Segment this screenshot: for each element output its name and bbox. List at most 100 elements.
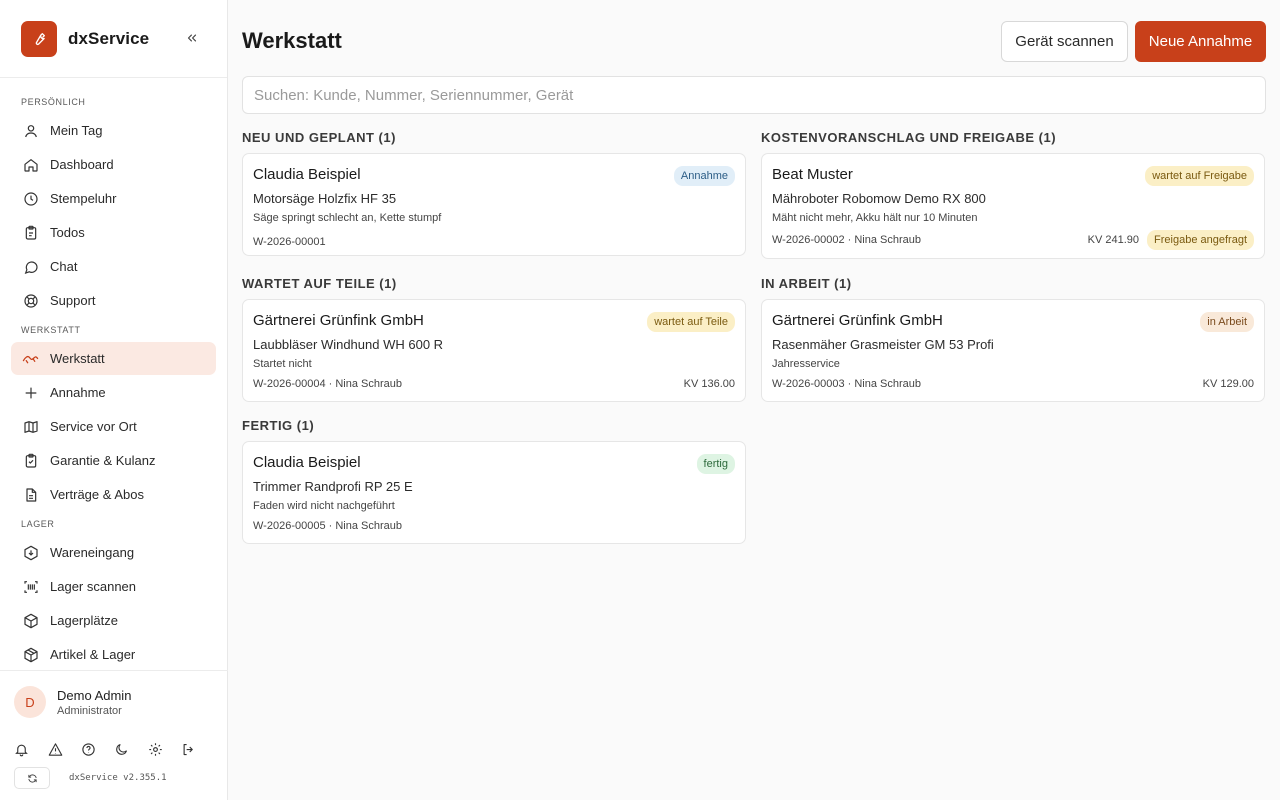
- sidebar-item-artikel-lager[interactable]: Artikel & Lager: [11, 638, 216, 671]
- search-input[interactable]: [242, 76, 1266, 114]
- sidebar-item-lager-scannen[interactable]: Lager scannen: [11, 570, 216, 603]
- device-name: Trimmer Randprofi RP 25 E: [253, 479, 413, 494]
- device-name: Rasenmäher Grasmeister GM 53 Profi: [772, 337, 994, 352]
- issue-text: Mäht nicht mehr, Akku hält nur 10 Minute…: [772, 212, 978, 224]
- customer-name: Gärtnerei Grünfink GmbH: [253, 312, 424, 329]
- estimate-amount: KV 136.00: [683, 378, 735, 390]
- logout-icon[interactable]: [181, 740, 197, 758]
- job-card[interactable]: Beat Muster wartet auf Freigabe Mährobot…: [761, 153, 1265, 259]
- chevrons-left-icon: [187, 34, 197, 42]
- sidebar-item-wareneingang[interactable]: Wareneingang: [11, 536, 216, 569]
- section-label-persoenlich: PERSÖNLICH: [21, 97, 86, 107]
- job-meta: W-2026-00003 · Nina Schraub: [772, 378, 921, 390]
- user-name: Demo Admin: [57, 687, 132, 703]
- user-profile[interactable]: D Demo Admin Administrator: [0, 671, 228, 718]
- job-meta: W-2026-00001: [253, 236, 326, 248]
- column-title-arbeit: IN ARBEIT (1): [761, 276, 852, 291]
- job-card[interactable]: Gärtnerei Grünfink GmbH wartet auf Teile…: [242, 299, 746, 402]
- plus-icon: [22, 384, 39, 401]
- sidebar-item-label: Chat: [50, 259, 78, 274]
- sidebar-item-service-vor-ort[interactable]: Service vor Ort: [11, 410, 216, 443]
- sidebar-item-label: Service vor Ort: [50, 419, 137, 434]
- job-card[interactable]: Claudia Beispiel fertig Trimmer Randprof…: [242, 441, 746, 544]
- status-badge: wartet auf Teile: [647, 312, 735, 332]
- job-card[interactable]: Claudia Beispiel Annahme Motorsäge Holzf…: [242, 153, 746, 256]
- sidebar-item-annahme[interactable]: Annahme: [11, 376, 216, 409]
- column-title-kv: KOSTENVORANSCHLAG UND FREIGABE (1): [761, 130, 1057, 145]
- status-badge: wartet auf Freigabe: [1145, 166, 1254, 186]
- clipboard-icon: [22, 224, 39, 241]
- collapse-sidebar-button[interactable]: [183, 29, 201, 47]
- issue-text: Jahresservice: [772, 358, 840, 370]
- download-icon: [22, 544, 39, 561]
- bell-icon[interactable]: [14, 740, 30, 758]
- sidebar-item-label: Lager scannen: [50, 579, 137, 594]
- sidebar-item-mein-tag[interactable]: Mein Tag: [11, 114, 216, 147]
- sidebar-item-label: Mein Tag: [50, 123, 103, 138]
- status-badge: fertig: [696, 454, 735, 474]
- map-icon: [22, 418, 39, 435]
- alert-icon[interactable]: [47, 740, 63, 758]
- help-icon[interactable]: [81, 740, 97, 758]
- column-title-fertig: FERTIG (1): [242, 418, 315, 433]
- sidebar-item-label: Stempeluhr: [50, 191, 117, 206]
- wrench-icon: [22, 350, 39, 367]
- sidebar-item-dashboard[interactable]: Dashboard: [11, 148, 216, 181]
- sidebar-item-label: Todos: [50, 225, 85, 240]
- clipboard-check-icon: [22, 452, 39, 469]
- job-card[interactable]: Gärtnerei Grünfink GmbH in Arbeit Rasenm…: [761, 299, 1265, 402]
- sidebar-item-garantie-kulanz[interactable]: Garantie & Kulanz: [11, 444, 216, 477]
- column-title-teile: WARTET AUF TEILE (1): [242, 276, 397, 291]
- status-badge: in Arbeit: [1200, 312, 1254, 332]
- avatar: D: [14, 686, 46, 718]
- app-version: dxService v2.355.1: [69, 773, 167, 783]
- sidebar-item-support[interactable]: Support: [11, 284, 216, 317]
- customer-name: Beat Muster: [772, 166, 853, 183]
- new-intake-button[interactable]: Neue Annahme: [1135, 21, 1266, 62]
- sidebar-item-label: Werkstatt: [50, 351, 105, 366]
- issue-text: Säge springt schlecht an, Kette stumpf: [253, 212, 442, 224]
- sidebar-item-todos[interactable]: Todos: [11, 216, 216, 249]
- sync-button[interactable]: [14, 767, 50, 789]
- section-label-werkstatt: WERKSTATT: [21, 325, 81, 335]
- home-icon: [22, 156, 39, 173]
- sidebar-item-label: Garantie & Kulanz: [50, 453, 156, 468]
- app-name: dxService: [68, 28, 150, 48]
- job-meta: W-2026-00005 · Nina Schraub: [253, 520, 402, 532]
- moon-icon[interactable]: [114, 740, 130, 758]
- sidebar-item-label: Annahme: [50, 385, 106, 400]
- scan-device-button[interactable]: Gerät scannen: [1001, 21, 1128, 62]
- toolbar: [0, 740, 228, 758]
- device-name: Mähroboter Robomow Demo RX 800: [772, 191, 986, 206]
- barcode-icon: [22, 578, 39, 595]
- sidebar-item-label: Verträge & Abos: [50, 487, 144, 502]
- section-label-lager: LAGER: [21, 519, 55, 529]
- package-icon: [22, 646, 39, 663]
- app-logo[interactable]: [21, 20, 57, 57]
- document-icon: [22, 486, 39, 503]
- main-content: Werkstatt Gerät scannen Neue Annahme NEU…: [228, 0, 1280, 800]
- refresh-icon: [27, 773, 37, 783]
- sidebar-item-lagerplaetze[interactable]: Lagerplätze: [11, 604, 216, 637]
- sidebar-item-stempeluhr[interactable]: Stempeluhr: [11, 182, 216, 215]
- lifebuoy-icon: [22, 292, 39, 309]
- sidebar-item-label: Dashboard: [50, 157, 114, 172]
- sidebar-item-chat[interactable]: Chat: [11, 250, 216, 283]
- job-meta: W-2026-00002 · Nina Schraub: [772, 234, 921, 246]
- issue-text: Startet nicht: [253, 358, 312, 370]
- wrench-logo-icon: [35, 32, 45, 45]
- sidebar-item-vertraege-abos[interactable]: Verträge & Abos: [11, 478, 216, 511]
- page-title: Werkstatt: [242, 28, 342, 53]
- user-panel: D Demo Admin Administrator dxService v2.…: [0, 670, 228, 800]
- gear-icon[interactable]: [147, 740, 163, 758]
- sidebar: dxService PERSÖNLICH Mein Tag Dashboard …: [0, 0, 228, 800]
- device-name: Laubbläser Windhund WH 600 R: [253, 337, 444, 352]
- sidebar-item-label: Lagerplätze: [50, 613, 118, 628]
- sidebar-item-werkstatt[interactable]: Werkstatt: [11, 342, 216, 375]
- box-icon: [22, 612, 39, 629]
- chat-icon: [22, 258, 39, 275]
- user-role: Administrator: [57, 704, 122, 717]
- status-badge: Annahme: [673, 166, 735, 186]
- estimate-amount: KV 241.90: [1087, 234, 1140, 246]
- job-meta: W-2026-00004 · Nina Schraub: [253, 378, 402, 390]
